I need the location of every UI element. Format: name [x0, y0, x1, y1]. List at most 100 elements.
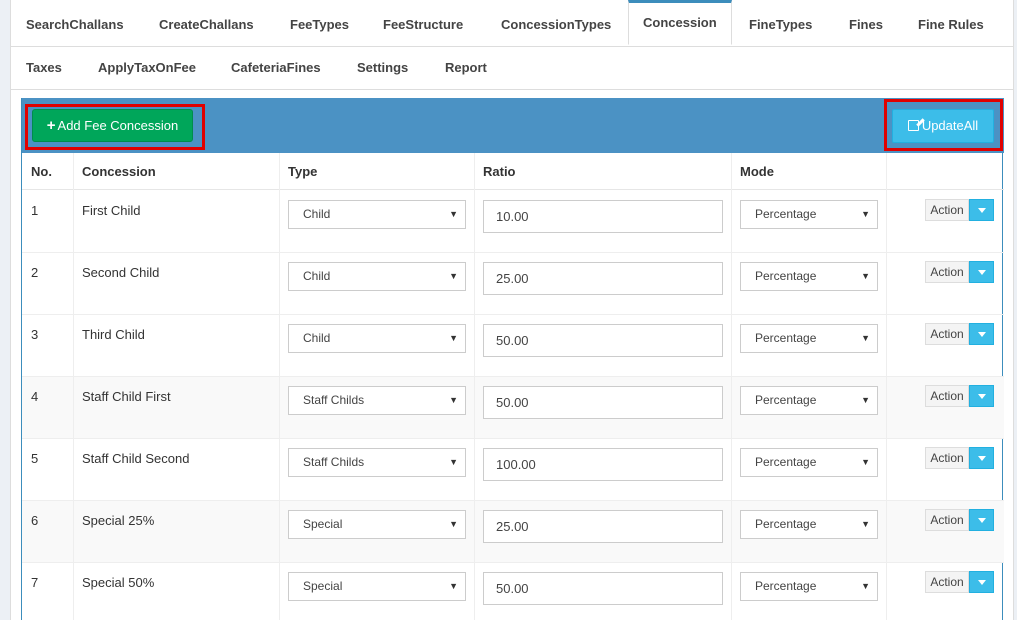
type-select[interactable]: Child ▼: [288, 324, 466, 353]
tab-fines[interactable]: Fines: [849, 3, 883, 47]
tab-searchchallans[interactable]: SearchChallans: [26, 3, 124, 47]
ratio-input-value: 100.00: [496, 457, 536, 472]
action-dropdown: Action: [925, 261, 994, 283]
chevron-down-icon: ▼: [861, 209, 870, 219]
ratio-input[interactable]: 50.00: [483, 386, 723, 419]
col-header-type: Type: [288, 164, 318, 179]
mode-select-value: Percentage: [755, 517, 817, 531]
tab-finetypes[interactable]: FineTypes: [749, 3, 812, 47]
caret-down-icon[interactable]: [969, 323, 994, 345]
tab-concessiontypes[interactable]: ConcessionTypes: [501, 3, 611, 47]
row-number: 7: [31, 575, 39, 590]
mode-select-value: Percentage: [755, 269, 817, 283]
type-select-value: Staff Childs: [303, 455, 365, 469]
tab-feestructure[interactable]: FeeStructure: [383, 3, 463, 47]
mode-select[interactable]: Percentage ▼: [740, 324, 878, 353]
add-fee-concession-button[interactable]: + Add Fee Concession: [32, 109, 193, 142]
type-select[interactable]: Staff Childs ▼: [288, 386, 466, 415]
action-button[interactable]: Action: [925, 509, 969, 531]
mode-select[interactable]: Percentage ▼: [740, 262, 878, 291]
caret-down-icon[interactable]: [969, 509, 994, 531]
chevron-down-icon: ▼: [861, 581, 870, 591]
action-button[interactable]: Action: [925, 385, 969, 407]
concession-name: Special 50%: [82, 575, 155, 590]
tab-taxes[interactable]: Taxes: [26, 46, 62, 90]
action-button[interactable]: Action: [925, 571, 969, 593]
ratio-input[interactable]: 50.00: [483, 324, 723, 357]
table-row: 4 Staff Child First Staff Childs ▼ 50.00 Perc…: [22, 377, 1004, 439]
chevron-down-icon: ▼: [449, 209, 458, 219]
caret-down-icon[interactable]: [969, 447, 994, 469]
action-dropdown: Action: [925, 571, 994, 593]
type-select-value: Child: [303, 207, 331, 221]
type-select[interactable]: Special ▼: [288, 510, 466, 539]
page-frame: SearchChallans CreateChallans FeeTypes F…: [10, 0, 1014, 620]
edit-icon: [907, 120, 919, 131]
type-select[interactable]: Child ▼: [288, 262, 466, 291]
caret-down-icon[interactable]: [969, 261, 994, 283]
mode-select[interactable]: Percentage ▼: [740, 510, 878, 539]
action-dropdown: Action: [925, 385, 994, 407]
ratio-input[interactable]: 25.00: [483, 510, 723, 543]
chevron-down-icon: ▼: [449, 519, 458, 529]
tab-report[interactable]: Report: [445, 46, 487, 90]
action-dropdown: Action: [925, 323, 994, 345]
chevron-down-icon: ▼: [861, 395, 870, 405]
action-button[interactable]: Action: [925, 199, 969, 221]
ratio-input-value: 25.00: [496, 271, 529, 286]
mode-select-value: Percentage: [755, 331, 817, 345]
panel-header: + Add Fee Concession UpdateAll: [22, 98, 1004, 153]
chevron-down-icon: ▼: [449, 581, 458, 591]
ratio-input[interactable]: 50.00: [483, 572, 723, 605]
tab-fine-rules[interactable]: Fine Rules: [918, 3, 984, 47]
ratio-input-value: 50.00: [496, 395, 529, 410]
table-row: 1 First Child Child ▼ 10.00 Percentage ▼ Action: [22, 191, 1004, 253]
action-button[interactable]: Action: [925, 323, 969, 345]
column-divider: [279, 153, 280, 620]
caret-down-icon[interactable]: [969, 571, 994, 593]
col-header-concession: Concession: [82, 164, 156, 179]
mode-select-value: Percentage: [755, 393, 817, 407]
row-number: 6: [31, 513, 39, 528]
table-row: 7 Special 50% Special ▼ 50.00 Percentage ▼ Acti…: [22, 563, 1004, 620]
plus-icon: +: [46, 117, 56, 134]
tabs-row-1: SearchChallans CreateChallans FeeTypes F…: [11, 0, 1013, 47]
table-row: 2 Second Child Child ▼ 25.00 Percentage ▼ Actio…: [22, 253, 1004, 315]
concession-name: Second Child: [82, 265, 160, 280]
chevron-down-icon: ▼: [861, 333, 870, 343]
mode-select[interactable]: Percentage ▼: [740, 572, 878, 601]
action-button[interactable]: Action: [925, 447, 969, 469]
col-header-mode: Mode: [740, 164, 774, 179]
mode-select[interactable]: Percentage ▼: [740, 448, 878, 477]
tab-cafeteriafines[interactable]: CafeteriaFines: [231, 46, 321, 90]
concession-name: Special 25%: [82, 513, 155, 528]
concession-name: Third Child: [82, 327, 145, 342]
action-dropdown: Action: [925, 509, 994, 531]
add-fee-concession-label: Add Fee Concession: [57, 118, 179, 133]
column-divider: [731, 153, 732, 620]
mode-select[interactable]: Percentage ▼: [740, 200, 878, 229]
chevron-down-icon: ▼: [861, 457, 870, 467]
action-button[interactable]: Action: [925, 261, 969, 283]
type-select[interactable]: Child ▼: [288, 200, 466, 229]
ratio-input[interactable]: 100.00: [483, 448, 723, 481]
row-number: 2: [31, 265, 39, 280]
ratio-input[interactable]: 25.00: [483, 262, 723, 295]
caret-down-icon[interactable]: [969, 199, 994, 221]
tab-applytaxonfee[interactable]: ApplyTaxOnFee: [98, 46, 196, 90]
mode-select[interactable]: Percentage ▼: [740, 386, 878, 415]
tab-settings[interactable]: Settings: [357, 46, 408, 90]
concession-name: First Child: [82, 203, 141, 218]
type-select[interactable]: Special ▼: [288, 572, 466, 601]
col-header-no: No.: [31, 164, 52, 179]
col-header-ratio: Ratio: [483, 164, 516, 179]
tab-feetypes[interactable]: FeeTypes: [290, 3, 349, 47]
table-row: 5 Staff Child Second Staff Childs ▼ 100.00 Pe…: [22, 439, 1004, 501]
update-all-button[interactable]: UpdateAll: [892, 109, 994, 143]
tab-concession[interactable]: Concession: [628, 0, 732, 45]
caret-down-icon[interactable]: [969, 385, 994, 407]
ratio-input-value: 50.00: [496, 333, 529, 348]
type-select[interactable]: Staff Childs ▼: [288, 448, 466, 477]
tab-createchallans[interactable]: CreateChallans: [159, 3, 254, 47]
ratio-input[interactable]: 10.00: [483, 200, 723, 233]
